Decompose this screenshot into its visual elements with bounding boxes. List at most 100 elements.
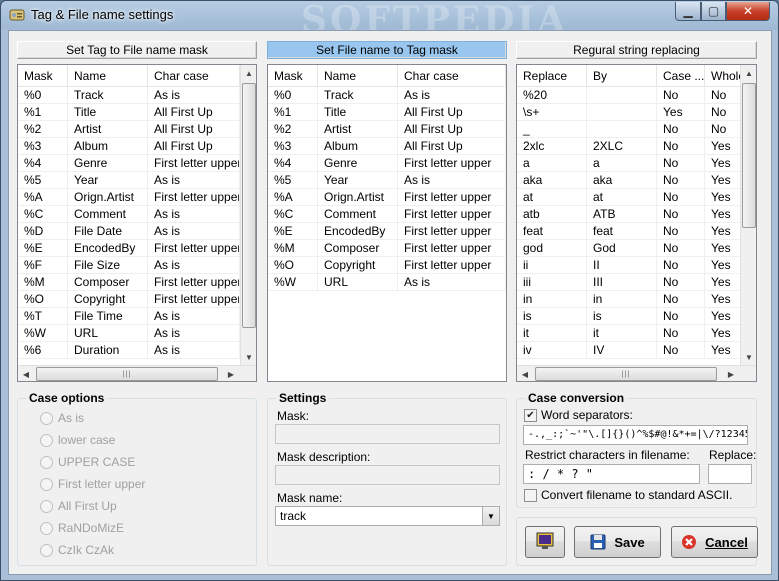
radio-upper-case[interactable]: UPPER CASE xyxy=(40,455,135,469)
list-row[interactable]: %D File Date As is xyxy=(18,223,240,240)
scroll-up-icon[interactable]: ▲ xyxy=(741,65,756,81)
chevron-down-icon[interactable]: ▼ xyxy=(482,507,499,525)
tab-string-replacing[interactable]: Regural string replacing xyxy=(516,41,757,59)
list-row[interactable]: %5 Year As is xyxy=(18,172,240,189)
list-row[interactable]: _ No No xyxy=(517,121,745,138)
list-row[interactable]: %2 Artist All First Up xyxy=(268,121,506,138)
radio-as-is[interactable]: As is xyxy=(40,411,84,425)
replace-input[interactable] xyxy=(708,464,752,484)
list-row[interactable]: %3 Album All First Up xyxy=(18,138,240,155)
list-row[interactable]: is is No Yes xyxy=(517,308,745,325)
scroll-right-icon[interactable]: ▶ xyxy=(723,366,739,381)
horizontal-scrollbar[interactable]: ◀ ||| ▶ xyxy=(517,365,756,381)
column-header-replace[interactable]: Replace xyxy=(517,65,587,87)
horizontal-scrollbar[interactable]: ◀ ||| ▶ xyxy=(18,365,256,381)
list-row[interactable]: %W URL As is xyxy=(18,325,240,342)
mask-description-input[interactable] xyxy=(275,465,500,485)
maximize-button[interactable]: ▢ xyxy=(701,2,726,21)
mask-name-select[interactable]: track ▼ xyxy=(275,506,500,526)
list-row[interactable]: %5 Year As is xyxy=(268,172,506,189)
column-header-by[interactable]: By xyxy=(587,65,657,87)
scroll-left-icon[interactable]: ◀ xyxy=(18,366,34,381)
preview-button[interactable] xyxy=(525,526,565,558)
column-header-whole[interactable]: Whole xyxy=(705,65,745,87)
list-row[interactable]: %3 Album All First Up xyxy=(268,138,506,155)
string-replacing-list[interactable]: Replace By Case ... Whole %20 No No \s+ Yes N… xyxy=(516,64,757,382)
list-row[interactable]: %A Orign.Artist First letter upper xyxy=(18,189,240,206)
minimize-button[interactable]: ▁ xyxy=(675,2,701,21)
list-row[interactable]: %4 Genre First letter upper xyxy=(18,155,240,172)
scroll-thumb[interactable]: ||| xyxy=(535,367,717,381)
list-row[interactable]: %T File Time As is xyxy=(18,308,240,325)
column-header-char-case[interactable]: Char case xyxy=(148,65,240,87)
vertical-scrollbar[interactable]: ▲ ▼ xyxy=(240,65,256,365)
scroll-thumb[interactable] xyxy=(742,83,756,228)
save-button[interactable]: Save xyxy=(574,526,661,558)
list-row[interactable]: %C Comment First letter upper xyxy=(268,206,506,223)
list-row[interactable]: %C Comment As is xyxy=(18,206,240,223)
list-row[interactable]: %W URL As is xyxy=(268,274,506,291)
list-row[interactable]: %1 Title All First Up xyxy=(268,104,506,121)
list-row[interactable]: at at No Yes xyxy=(517,189,745,206)
mask-input[interactable] xyxy=(275,424,500,444)
list-row[interactable]: %E EncodedBy First letter upper xyxy=(268,223,506,240)
filename-to-tag-list[interactable]: Mask Name Char case %0 Track As is %1 Title A… xyxy=(267,64,507,382)
radio-lower-case[interactable]: lower case xyxy=(40,433,115,447)
column-header-case[interactable]: Case ... xyxy=(657,65,705,87)
list-row[interactable]: it it No Yes xyxy=(517,325,745,342)
word-separators-checkbox[interactable]: ✔ xyxy=(524,409,537,422)
list-row[interactable]: %2 Artist All First Up xyxy=(18,121,240,138)
list-row[interactable]: %4 Genre First letter upper xyxy=(268,155,506,172)
close-button[interactable]: ✕ xyxy=(726,2,770,21)
scroll-down-icon[interactable]: ▼ xyxy=(741,349,756,365)
scroll-thumb[interactable] xyxy=(242,83,256,328)
list-cell: Yes xyxy=(705,240,745,257)
list-row[interactable]: a a No Yes xyxy=(517,155,745,172)
list-row[interactable]: %E EncodedBy First letter upper xyxy=(18,240,240,257)
list-row[interactable]: %20 No No xyxy=(517,87,745,104)
radio-first-letter-upper[interactable]: First letter upper xyxy=(40,477,145,491)
scroll-right-icon[interactable]: ▶ xyxy=(223,366,239,381)
restrict-characters-input[interactable]: : / * ? " xyxy=(523,464,700,484)
list-row[interactable]: %0 Track As is xyxy=(18,87,240,104)
ascii-checkbox[interactable] xyxy=(524,489,537,502)
list-row[interactable]: %O Copyright First letter upper xyxy=(268,257,506,274)
list-row[interactable]: %A Orign.Artist First letter upper xyxy=(268,189,506,206)
list-row[interactable]: %O Copyright First letter upper xyxy=(18,291,240,308)
scroll-down-icon[interactable]: ▼ xyxy=(241,349,256,365)
radio-czik-czak[interactable]: CzIk CzAk xyxy=(40,543,114,557)
list-row[interactable]: ii II No Yes xyxy=(517,257,745,274)
scroll-thumb[interactable]: ||| xyxy=(36,367,218,381)
cancel-button[interactable]: Cancel xyxy=(671,526,758,558)
list-row[interactable]: 2xlc 2XLC No Yes xyxy=(517,138,745,155)
tab-filename-to-tag[interactable]: Set File name to Tag mask xyxy=(267,41,507,59)
list-row[interactable]: atb ATB No Yes xyxy=(517,206,745,223)
list-row[interactable]: %6 Duration As is xyxy=(18,342,240,359)
list-row[interactable]: %1 Title All First Up xyxy=(18,104,240,121)
radio-randomize[interactable]: RaNDoMizE xyxy=(40,521,124,535)
list-row[interactable]: \s+ Yes No xyxy=(517,104,745,121)
column-header-name[interactable]: Name xyxy=(68,65,148,87)
list-row[interactable]: iii III No Yes xyxy=(517,274,745,291)
list-row[interactable]: in in No Yes xyxy=(517,291,745,308)
tag-to-filename-list[interactable]: Mask Name Char case %0 Track As is %1 Title A… xyxy=(17,64,257,382)
list-row[interactable]: %M Composer First letter upper xyxy=(268,240,506,257)
title-bar[interactable]: Tag & File name settings SOFTPEDIA ▁ ▢ ✕ xyxy=(1,0,778,41)
list-row[interactable]: aka aka No Yes xyxy=(517,172,745,189)
scroll-up-icon[interactable]: ▲ xyxy=(241,65,256,81)
vertical-scrollbar[interactable]: ▲ ▼ xyxy=(740,65,756,365)
column-header-mask[interactable]: Mask xyxy=(268,65,318,87)
list-row[interactable]: feat feat No Yes xyxy=(517,223,745,240)
column-header-name[interactable]: Name xyxy=(318,65,398,87)
word-separators-input[interactable]: -.,_:;`~'"\.[]{}()^%$#@!&*+=|\/?12345678… xyxy=(523,425,748,445)
list-row[interactable]: %0 Track As is xyxy=(268,87,506,104)
radio-all-first-up[interactable]: All First Up xyxy=(40,499,117,513)
list-row[interactable]: %M Composer First letter upper xyxy=(18,274,240,291)
list-row[interactable]: %F File Size As is xyxy=(18,257,240,274)
tab-tag-to-filename[interactable]: Set Tag to File name mask xyxy=(17,41,257,59)
list-row[interactable]: iv IV No Yes xyxy=(517,342,745,359)
list-row[interactable]: god God No Yes xyxy=(517,240,745,257)
column-header-mask[interactable]: Mask xyxy=(18,65,68,87)
column-header-char-case[interactable]: Char case xyxy=(398,65,506,87)
scroll-left-icon[interactable]: ◀ xyxy=(517,366,533,381)
